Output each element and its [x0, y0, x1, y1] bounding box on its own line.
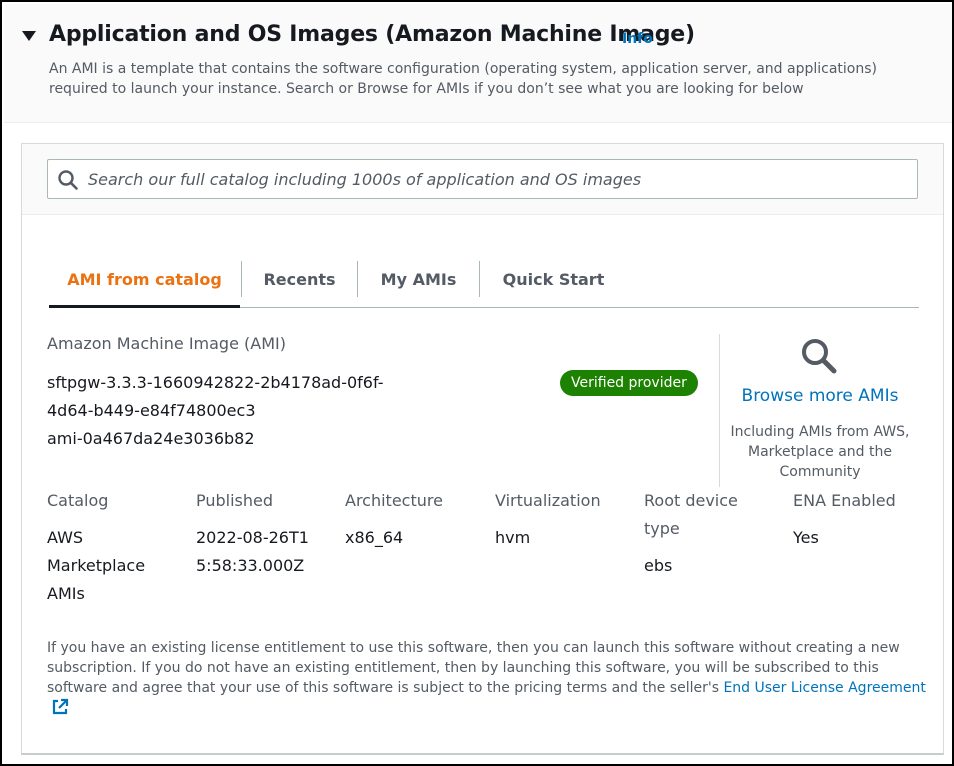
- ami-name-line2: 4d64-b449-e84f74800ec3: [47, 401, 256, 420]
- vertical-divider: [719, 334, 720, 487]
- search-box[interactable]: [47, 159, 918, 199]
- tab-ami-from-catalog[interactable]: AMI from catalog: [49, 252, 240, 308]
- ami-id: ami-0a467da24e3036b82: [47, 429, 255, 448]
- search-band: [22, 144, 943, 215]
- verified-provider-badge: Verified provider: [560, 370, 698, 396]
- tab-recents[interactable]: Recents: [242, 252, 357, 307]
- detail-value: x86_64: [345, 528, 404, 547]
- collapse-caret-icon[interactable]: [22, 31, 36, 41]
- detail-value: ebs: [644, 556, 673, 575]
- detail-value: hvm: [495, 528, 531, 547]
- license-notice: If you have an existing license entitlem…: [47, 638, 927, 718]
- search-icon: [58, 170, 78, 190]
- eula-link[interactable]: End User License Agreement: [723, 680, 925, 696]
- detail-root-device-type: Root device type ebs: [644, 487, 759, 580]
- window-frame: Application and OS Images (Amazon Machin…: [0, 0, 954, 766]
- section-header: Application and OS Images (Amazon Machin…: [4, 4, 952, 123]
- detail-published: Published 2022-08-26T15:58:33.000Z: [196, 487, 321, 580]
- search-input[interactable]: [88, 160, 913, 198]
- detail-value: Yes: [793, 528, 819, 547]
- detail-label: Catalog: [47, 491, 109, 510]
- detail-virtualization: Virtualization hvm: [495, 487, 640, 552]
- info-link[interactable]: Info: [622, 31, 653, 47]
- detail-label: ENA Enabled: [793, 491, 896, 510]
- ami-name-line1: sftpgw-3.3.3-1660942822-2b4178ad-0f6f-: [47, 373, 384, 392]
- detail-label: Virtualization: [495, 491, 601, 510]
- detail-ena-enabled: ENA Enabled Yes: [793, 487, 938, 552]
- browse-subtext: Including AMIs from AWS, Marketplace and…: [730, 424, 910, 480]
- ami-panel: AMI from catalog Recents My AMIs Quick S…: [21, 143, 944, 755]
- tab-quick-start[interactable]: Quick Start: [480, 252, 627, 307]
- magnifier-icon[interactable]: [799, 336, 839, 376]
- detail-value: AWS Marketplace AMIs: [47, 528, 146, 603]
- browse-more-amis-link[interactable]: Browse more AMIs: [720, 386, 920, 406]
- detail-catalog: Catalog AWS Marketplace AMIs: [47, 487, 182, 608]
- ami-name: sftpgw-3.3.3-1660942822-2b4178ad-0f6f- 4…: [47, 369, 427, 425]
- detail-label: Published: [196, 491, 274, 510]
- external-link-icon[interactable]: [51, 698, 69, 716]
- detail-label: Architecture: [345, 491, 443, 510]
- detail-architecture: Architecture x86_64: [345, 487, 490, 552]
- detail-value: 2022-08-26T15:58:33.000Z: [196, 528, 309, 575]
- section-title: Application and OS Images (Amazon Machin…: [49, 22, 695, 47]
- detail-label: Root device type: [644, 491, 738, 538]
- ami-section-label: Amazon Machine Image (AMI): [47, 334, 286, 353]
- tab-bar: AMI from catalog Recents My AMIs Quick S…: [49, 252, 919, 308]
- section-description: An AMI is a template that contains the s…: [49, 61, 877, 97]
- tab-my-amis[interactable]: My AMIs: [358, 252, 479, 307]
